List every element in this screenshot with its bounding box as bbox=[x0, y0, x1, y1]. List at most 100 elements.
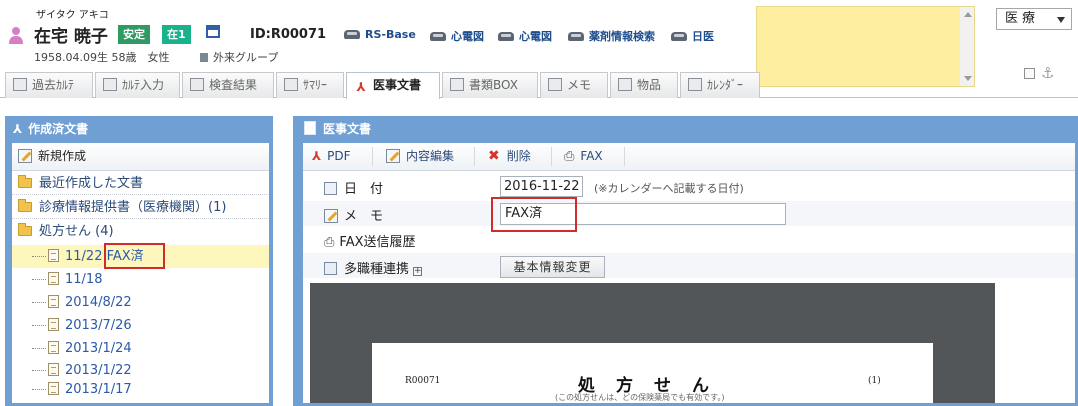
ecg-link-1[interactable]: 心電図 bbox=[430, 28, 484, 44]
anchor-icon[interactable]: ⚓ bbox=[1041, 64, 1054, 82]
group-label: 外来グループ bbox=[213, 51, 279, 64]
nichii-link[interactable]: 日医 bbox=[671, 28, 714, 44]
pdf-icon: ⅄ bbox=[13, 122, 23, 136]
tab-calendar[interactable]: ｶﾚﾝﾀﾞｰ bbox=[680, 72, 760, 98]
folder-label: 診療情報提供書（医療機関）(1) bbox=[39, 200, 227, 215]
folder-recent[interactable]: 最近作成した文書 bbox=[12, 172, 269, 195]
expand-plus-icon[interactable]: + bbox=[413, 267, 423, 276]
link-label: 心電図 bbox=[519, 30, 552, 43]
tree-line bbox=[32, 389, 46, 390]
toolbar-divider bbox=[551, 147, 552, 166]
pdf-button-label: PDF bbox=[327, 149, 351, 163]
link-label: 薬剤情報検索 bbox=[589, 30, 655, 43]
document-icon bbox=[48, 295, 59, 308]
document-item[interactable]: 11/18 bbox=[12, 268, 269, 291]
new-window-icon[interactable] bbox=[206, 25, 220, 38]
document-item[interactable]: 2013/1/17 bbox=[12, 378, 269, 401]
new-document-button[interactable]: 新規作成 bbox=[18, 148, 86, 165]
document-label: 11/18 bbox=[65, 272, 103, 287]
department-select[interactable]: 医療 bbox=[996, 8, 1072, 30]
building-icon bbox=[324, 262, 337, 275]
date-label-text: 日 付 bbox=[344, 182, 384, 197]
folder-prescription[interactable]: 処方せん (4) bbox=[12, 220, 269, 243]
tab-goods[interactable]: 物品 bbox=[610, 72, 678, 98]
tab-summary[interactable]: ｻﾏﾘｰ bbox=[276, 72, 344, 98]
patient-group: 外来グループ bbox=[200, 49, 278, 65]
edit-icon bbox=[18, 149, 32, 163]
tree-line bbox=[32, 325, 46, 326]
car-icon bbox=[671, 32, 687, 41]
car-icon bbox=[344, 30, 360, 39]
bar-chart-icon bbox=[190, 78, 204, 91]
delete-button[interactable]: ✖ 削除 bbox=[488, 143, 531, 170]
left-panel-header: ⅄ 作成済文書 bbox=[5, 116, 273, 142]
toolbar-divider bbox=[372, 147, 373, 166]
calendar-icon bbox=[324, 182, 337, 195]
date-note: (※カレンダーへ記載する日付) bbox=[594, 182, 744, 195]
printer-icon: ⎙ bbox=[324, 235, 335, 250]
memo-scrollbar[interactable] bbox=[960, 7, 974, 86]
highlight-box-memo bbox=[491, 197, 577, 232]
tab-document-box[interactable]: 書類BOX bbox=[442, 72, 538, 98]
tab-label: 検査結果 bbox=[209, 78, 258, 92]
patient-memo-area[interactable] bbox=[756, 6, 975, 87]
tab-memo[interactable]: メモ bbox=[540, 72, 608, 98]
memo-label: メ モ bbox=[324, 205, 383, 224]
ecg-link-2[interactable]: 心電図 bbox=[498, 28, 552, 44]
status-badge: 安定 bbox=[118, 25, 150, 44]
document-icon bbox=[304, 121, 316, 135]
pdf-icon: ⅄ bbox=[356, 80, 366, 94]
document-item[interactable]: 2013/1/24 bbox=[12, 337, 269, 360]
folder-referral[interactable]: 診療情報提供書（医療機関）(1) bbox=[12, 196, 269, 219]
tree-line bbox=[32, 348, 46, 349]
scroll-down-icon[interactable] bbox=[964, 76, 972, 81]
fax-history-row bbox=[303, 227, 1075, 252]
tab-test-results[interactable]: 検査結果 bbox=[182, 72, 274, 98]
right-panel-header: 医事文書 bbox=[293, 116, 1078, 142]
printer-icon: ⎙ bbox=[564, 149, 575, 164]
home-care-badge: 在1 bbox=[162, 25, 191, 44]
folder-label: 処方せん (4) bbox=[39, 224, 114, 239]
document-label: 2014/8/22 bbox=[65, 295, 132, 310]
scroll-up-icon[interactable] bbox=[964, 12, 972, 17]
date-field[interactable]: 2016-11-22 bbox=[500, 176, 583, 197]
folder-icon bbox=[18, 199, 32, 212]
building-icon bbox=[200, 53, 208, 62]
tab-label: 過去ｶﾙﾃ bbox=[32, 78, 75, 92]
change-basic-info-button[interactable]: 基本情報変更 bbox=[500, 256, 605, 278]
pin-checkbox[interactable] bbox=[1024, 68, 1035, 79]
summary-icon bbox=[284, 78, 298, 91]
tab-label: 物品 bbox=[637, 78, 662, 92]
document-label: 2013/1/24 bbox=[65, 341, 132, 356]
pdf-button[interactable]: ⅄ PDF bbox=[312, 143, 351, 170]
edit-icon bbox=[103, 78, 117, 91]
multi-profession-link[interactable]: 多職種連携 + bbox=[324, 258, 423, 277]
date-label: 日 付 bbox=[324, 178, 383, 197]
document-label: 2013/1/17 bbox=[65, 382, 132, 397]
car-icon bbox=[568, 32, 584, 41]
tab-chart-input[interactable]: ｶﾙﾃ入力 bbox=[95, 72, 180, 98]
highlight-box-fax-sent bbox=[104, 243, 165, 269]
fax-button[interactable]: ⎙ FAX bbox=[564, 143, 603, 170]
tab-past-chart[interactable]: 過去ｶﾙﾃ bbox=[5, 72, 93, 98]
link-label: 日医 bbox=[692, 30, 714, 43]
document-icon bbox=[48, 363, 59, 376]
tab-label: 書類BOX bbox=[469, 78, 518, 92]
patient-kana: ザイタク アキコ bbox=[36, 10, 109, 21]
rs-base-link[interactable]: RS-Base bbox=[344, 28, 416, 41]
patient-id: ID:R00071 bbox=[250, 27, 327, 42]
fax-history-link[interactable]: ⎙ FAX送信履歴 bbox=[324, 231, 416, 250]
edit-content-button[interactable]: 内容編集 bbox=[386, 143, 454, 170]
box-icon bbox=[450, 78, 464, 91]
tab-medical-documents[interactable]: ⅄ 医事文書 bbox=[346, 72, 440, 99]
left-panel-title: 作成済文書 bbox=[28, 122, 89, 136]
document-icon bbox=[48, 318, 59, 331]
calendar-icon bbox=[688, 78, 702, 91]
edit-icon bbox=[324, 209, 338, 223]
document-item[interactable]: 2014/8/22 bbox=[12, 291, 269, 314]
drug-search-link[interactable]: 薬剤情報検索 bbox=[568, 28, 655, 44]
new-document-label: 新規作成 bbox=[38, 149, 87, 163]
delete-x-icon: ✖ bbox=[488, 148, 500, 164]
document-label: 2013/1/22 bbox=[65, 363, 132, 378]
document-item[interactable]: 2013/7/26 bbox=[12, 314, 269, 337]
